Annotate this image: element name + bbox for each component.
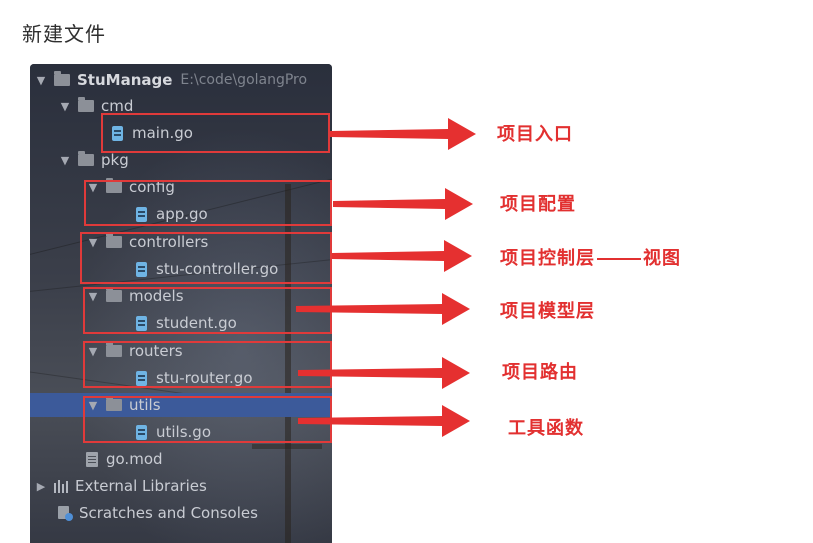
page-heading: 新建文件 — [22, 22, 106, 46]
annotation-entry: 项目入口 — [497, 124, 573, 145]
tree-node-external-libraries[interactable]: ▶ External Libraries — [34, 474, 332, 498]
arrow-icon-routers — [298, 357, 470, 389]
annotation-controller-suffix: 视图 — [643, 248, 681, 269]
chevron-right-icon[interactable]: ▶ — [34, 480, 48, 493]
arrow-icon-config — [333, 188, 473, 220]
folder-icon — [54, 71, 70, 86]
annotation-model: 项目模型层 — [500, 301, 595, 322]
arrow-icon-entry — [330, 118, 476, 150]
annotation-config: 项目配置 — [500, 194, 576, 215]
libraries-icon — [54, 479, 70, 493]
file-label-gomod: go.mod — [106, 450, 163, 468]
highlight-box-entry — [101, 113, 330, 153]
annotation-router: 项目路由 — [502, 362, 578, 383]
folder-icon — [78, 97, 94, 112]
project-path: E:\code\golangPro — [180, 72, 308, 88]
mod-file-icon — [86, 451, 98, 467]
tree-node-go-mod[interactable]: go.mod — [86, 447, 332, 471]
tree-node-project-root[interactable]: ▼ StuManage E:\code\golangPro — [34, 68, 332, 92]
scratches-icon — [58, 505, 73, 521]
highlight-box-models — [83, 287, 332, 334]
annotation-utils: 工具函数 — [508, 418, 584, 439]
folder-label-pkg: pkg — [101, 151, 129, 169]
highlight-box-controllers — [80, 232, 332, 284]
chevron-down-icon[interactable]: ▼ — [58, 154, 72, 167]
annotation-controller: 项目控制层 视图 — [500, 244, 681, 270]
highlight-box-routers — [83, 341, 332, 388]
chevron-down-icon[interactable]: ▼ — [34, 74, 48, 87]
tree-node-scratches[interactable]: Scratches and Consoles — [58, 501, 332, 525]
chevron-down-icon[interactable]: ▼ — [58, 100, 72, 113]
external-libraries-label: External Libraries — [75, 477, 207, 495]
folder-icon — [78, 151, 94, 166]
arrow-icon-controllers — [332, 240, 472, 272]
annotation-controller-prefix: 项目控制层 — [500, 248, 595, 269]
arrow-icon-models — [296, 293, 470, 325]
highlight-box-utils — [83, 396, 332, 443]
highlight-box-config — [84, 180, 332, 226]
project-name: StuManage — [77, 71, 173, 89]
scratches-label: Scratches and Consoles — [79, 504, 258, 522]
arrow-icon-utils — [298, 405, 470, 437]
annotation-dash — [597, 258, 641, 260]
